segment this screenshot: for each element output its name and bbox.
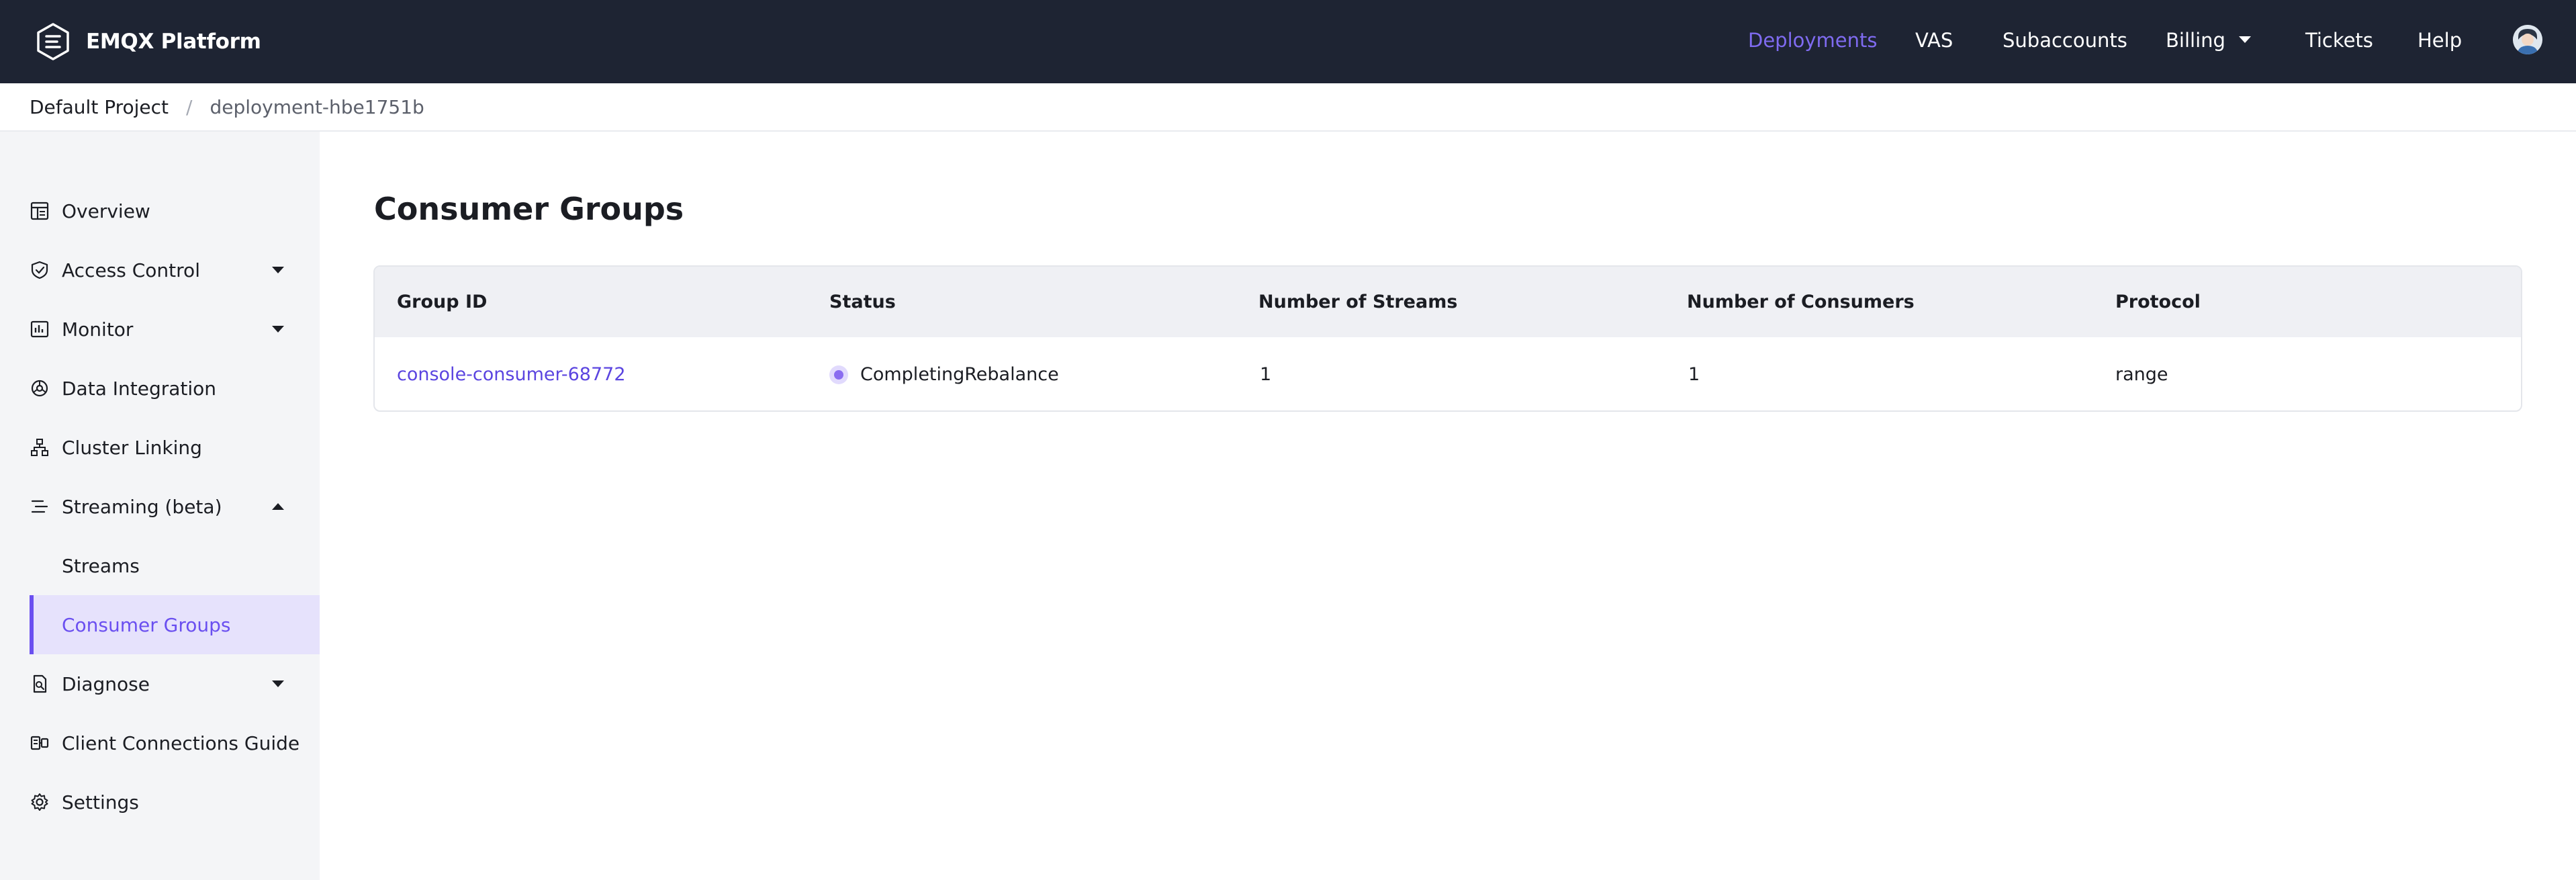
sidebar-item-data-integration[interactable]: Data Integration [0,359,320,418]
table-header: Group ID Status Number of Streams Number… [375,267,2521,337]
breadcrumb-project[interactable]: Default Project [30,96,169,118]
sidebar-item-streams[interactable]: Streams [0,536,320,595]
column-header-streams: Number of Streams [1258,292,1458,312]
chevron-down-icon [272,680,284,687]
chevron-up-icon [272,503,284,510]
sidebar-item-label: Cluster Linking [62,436,202,459]
consumers-count: 1 [1688,364,1700,385]
user-avatar-icon [2513,25,2542,54]
table-row: console-consumer-68772 CompletingRebalan… [375,337,2521,410]
breadcrumb-deployment: deployment-hbe1751b [210,95,424,118]
status-cell: CompletingRebalance [829,337,1059,410]
avatar[interactable] [2513,25,2542,54]
network-icon [30,437,50,457]
streams-count: 1 [1260,364,1272,385]
sidebar-item-streaming[interactable]: Streaming (beta) [0,477,320,536]
brand-name: EMQX Platform [86,30,261,54]
protocol-value: range [2115,364,2168,385]
brand[interactable]: EMQX Platform [34,22,261,61]
page-title: Consumer Groups [374,191,684,227]
breadcrumb: Default Project / deployment-hbe1751b [0,83,2576,132]
dashboard-icon [30,201,50,221]
nav-billing[interactable]: Billing [2166,27,2251,54]
sidebar-item-monitor[interactable]: Monitor [0,300,320,359]
sidebar-item-label: Diagnose [62,672,150,695]
column-header-group-id: Group ID [397,292,488,312]
nav-vas[interactable]: VAS [1915,27,1953,54]
nav-subaccounts[interactable]: Subaccounts [2003,27,2127,54]
sidebar-item-label: Consumer Groups [62,613,231,636]
sidebar-item-label: Client Connections Guide [62,732,300,754]
chevron-down-icon [272,267,284,273]
nav-billing-label: Billing [2166,29,2225,52]
chevron-down-icon [272,326,284,333]
sidebar-item-label: Streaming (beta) [62,495,222,518]
chevron-down-icon [2238,36,2251,43]
top-navbar: EMQX Platform Deployments VAS Subaccount… [0,0,2576,83]
sidebar-item-label: Streams [62,554,140,577]
column-header-consumers: Number of Consumers [1687,292,1915,312]
sidebar-item-label: Access Control [62,259,200,281]
sidebar: Overview Access Control Monitor Data Int… [0,132,320,880]
nav-deployments[interactable]: Deployments [1748,27,1878,54]
sidebar-item-label: Data Integration [62,377,217,400]
sidebar-item-label: Monitor [62,318,134,341]
emqx-logo-icon [37,23,69,60]
status-text: CompletingRebalance [860,364,1059,385]
sidebar-item-consumer-groups[interactable]: Consumer Groups [30,595,320,654]
status-indicator-icon [829,365,848,384]
guide-icon [30,733,50,753]
sidebar-item-diagnose[interactable]: Diagnose [0,654,320,713]
chart-icon [30,319,50,339]
sidebar-item-settings[interactable]: Settings [0,773,320,832]
sidebar-item-cluster-linking[interactable]: Cluster Linking [0,418,320,477]
group-id-link[interactable]: console-consumer-68772 [397,364,626,385]
group-id-cell: console-consumer-68772 [397,337,626,410]
sidebar-item-label: Overview [62,200,150,222]
column-header-protocol: Protocol [2115,292,2201,312]
breadcrumb-separator: / [186,95,193,118]
gear-icon [30,792,50,812]
diagnose-icon [30,674,50,694]
sidebar-item-client-connections-guide[interactable]: Client Connections Guide [0,713,320,773]
streaming-icon [30,496,50,517]
sidebar-item-access-control[interactable]: Access Control [0,240,320,300]
integration-icon [30,378,50,398]
consumer-groups-table: Group ID Status Number of Streams Number… [373,265,2522,412]
column-header-status: Status [829,292,896,312]
nav-help[interactable]: Help [2418,27,2462,54]
shield-icon [30,260,50,280]
nav-tickets[interactable]: Tickets [2305,27,2373,54]
sidebar-item-label: Settings [62,791,139,813]
sidebar-item-overview[interactable]: Overview [0,181,320,240]
